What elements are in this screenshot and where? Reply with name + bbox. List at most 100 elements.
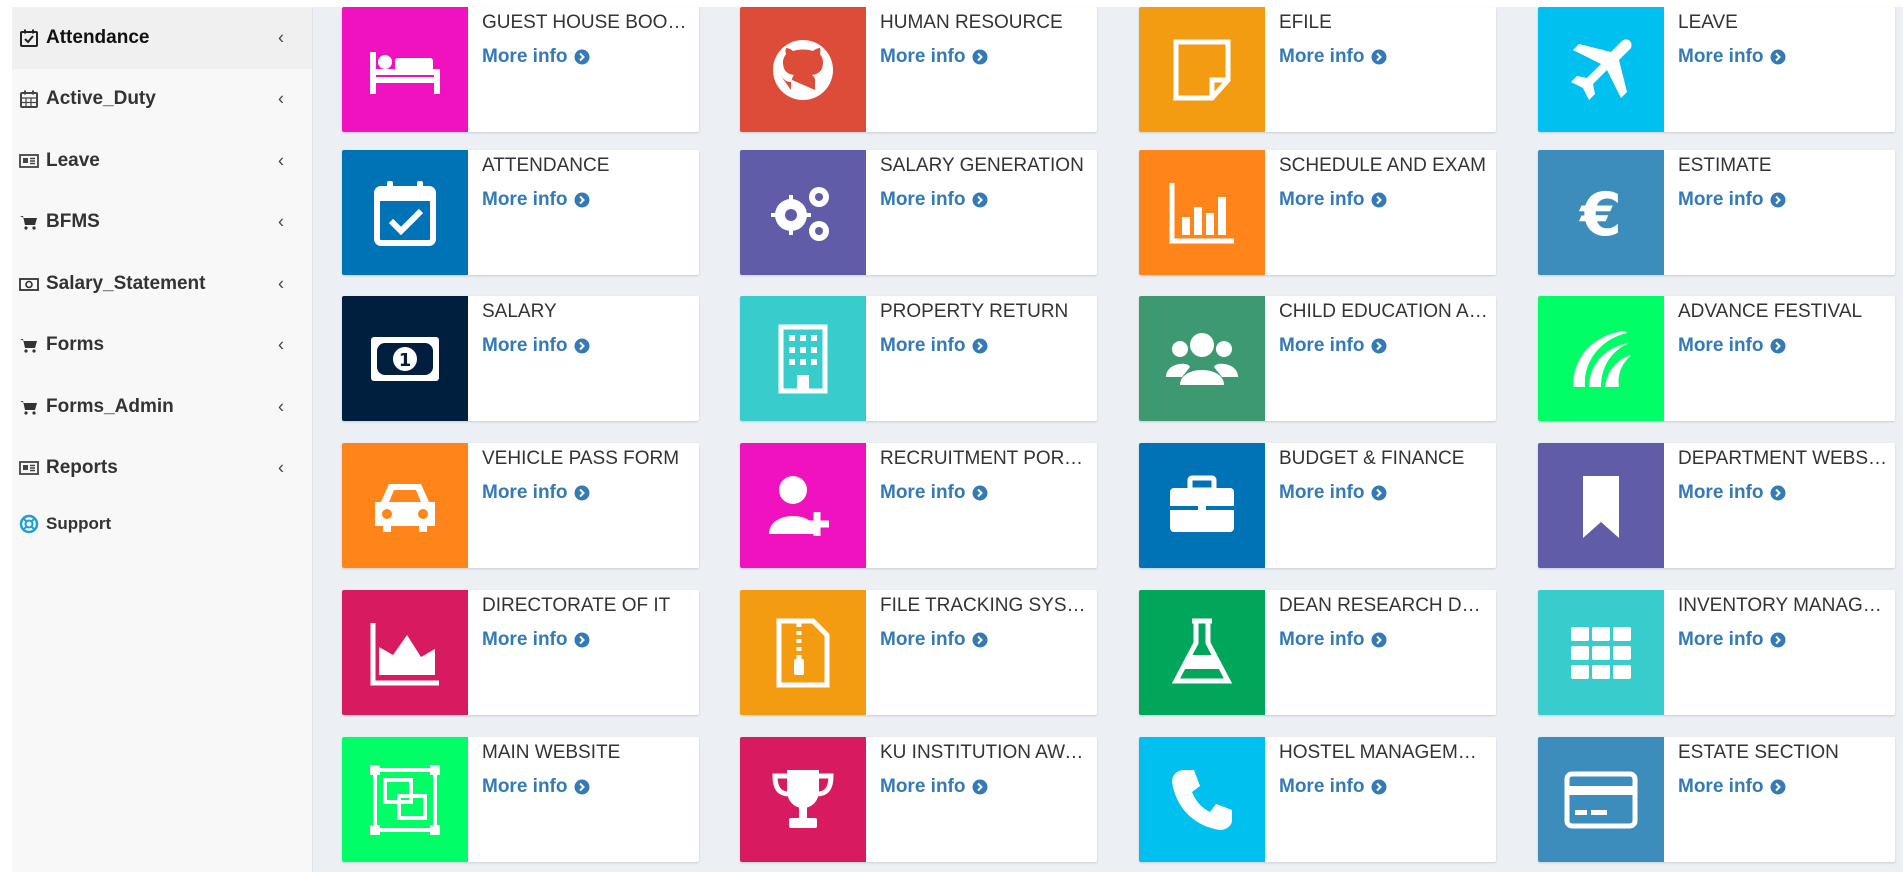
sidebar-item-leave[interactable]: Leave ‹: [12, 130, 312, 192]
support-label: Support: [46, 514, 112, 533]
info-box-tile[interactable]: SALARY GENERATION More info: [740, 150, 1097, 275]
more-info-link[interactable]: More info: [1279, 335, 1387, 357]
chevron-left-icon: ‹: [278, 334, 284, 355]
tile-title: ESTIMATE: [1678, 155, 1772, 176]
info-box-tile[interactable]: 1 SALARY More info: [342, 296, 699, 421]
info-box-tile[interactable]: VEHICLE PASS FORM More info: [342, 443, 699, 568]
arrow-circle-right-icon: [574, 485, 589, 501]
tile-title: HOSTEL MANAGEMENT: [1279, 742, 1489, 763]
info-box-tile[interactable]: LEAVE More info: [1538, 7, 1895, 132]
info-box-tile[interactable]: HOSTEL MANAGEMENT More info: [1139, 737, 1496, 862]
more-info-link[interactable]: More info: [1279, 189, 1387, 211]
more-info-label: More info: [1678, 482, 1764, 503]
info-box-tile[interactable]: ATTENDANCE More info: [342, 150, 699, 275]
arrow-circle-right-icon: [1770, 192, 1785, 208]
arrow-circle-right-icon: [972, 338, 987, 354]
arrow-circle-right-icon: [1371, 485, 1386, 501]
more-info-link[interactable]: More info: [880, 776, 988, 798]
calendar-check-icon: [18, 27, 40, 49]
tile-title: DIRECTORATE OF IT: [482, 595, 671, 616]
github-icon: [740, 7, 866, 132]
sidebar-item-salary-statement[interactable]: Salary_Statement ‹: [12, 253, 312, 315]
more-info-link[interactable]: More info: [1279, 776, 1387, 798]
arrow-circle-right-icon: [1371, 49, 1386, 65]
info-box-tile[interactable]: GUEST HOUSE BOOKING More info: [342, 7, 699, 132]
sidebar-item-forms[interactable]: Forms ‹: [12, 315, 312, 377]
tile-title: DEAN RESEARCH DEVELOPMENT: [1279, 595, 1489, 616]
sidebar-item-reports[interactable]: Reports ‹: [12, 438, 312, 500]
car-icon: [342, 443, 468, 568]
more-info-link[interactable]: More info: [1279, 482, 1387, 504]
info-box-tile[interactable]: BUDGET & FINANCE More info: [1139, 443, 1496, 568]
tile-title: EFILE: [1279, 12, 1332, 33]
info-box-tile[interactable]: INVENTORY MANAGEMENT More info: [1538, 590, 1895, 715]
newspaper-icon: [18, 457, 40, 479]
chevron-left-icon: ‹: [278, 88, 284, 109]
info-box-tile[interactable]: DEPARTMENT WEBSITE More info: [1538, 443, 1895, 568]
users-icon: [1139, 296, 1265, 421]
more-info-link[interactable]: More info: [1678, 776, 1786, 798]
file-zip-icon: [740, 590, 866, 715]
sidebar-item-attendance[interactable]: Attendance ‹: [12, 7, 312, 69]
svg-text:€: €: [1578, 180, 1622, 250]
info-box-tile[interactable]: DEAN RESEARCH DEVELOPMENT More info: [1139, 590, 1496, 715]
info-box-tile[interactable]: RECRUITMENT PORTAL More info: [740, 443, 1097, 568]
tile-title: GUEST HOUSE BOOKING: [482, 12, 692, 33]
more-info-link[interactable]: More info: [482, 189, 590, 211]
more-info-link[interactable]: More info: [880, 46, 988, 68]
info-box-tile[interactable]: KU INSTITUTION AWARDS More info: [740, 737, 1097, 862]
more-info-link[interactable]: More info: [1678, 335, 1786, 357]
info-box-tile[interactable]: MAIN WEBSITE More info: [342, 737, 699, 862]
info-box-tile[interactable]: CHILD EDUCATION ALLOWANCE More info: [1139, 296, 1496, 421]
more-info-link[interactable]: More info: [482, 629, 590, 651]
more-info-link[interactable]: More info: [1678, 46, 1786, 68]
more-info-link[interactable]: More info: [880, 189, 988, 211]
info-box-tile[interactable]: EFILE More info: [1139, 7, 1496, 132]
tile-title: BUDGET & FINANCE: [1279, 448, 1465, 469]
info-box-tile[interactable]: DIRECTORATE OF IT More info: [342, 590, 699, 715]
chevron-left-icon: ‹: [278, 150, 284, 171]
more-info-link[interactable]: More info: [482, 335, 590, 357]
sidebar-item-support[interactable]: Support: [12, 499, 312, 549]
info-box-tile[interactable]: SCHEDULE AND EXAM More info: [1139, 150, 1496, 275]
info-box-tile[interactable]: ESTATE SECTION More info: [1538, 737, 1895, 862]
cart-icon: [18, 211, 40, 233]
info-box-tile[interactable]: HUMAN RESOURCE More info: [740, 7, 1097, 132]
more-info-link[interactable]: More info: [1678, 189, 1786, 211]
sidebar-item-bfms[interactable]: BFMS ‹: [12, 192, 312, 254]
info-box-tile[interactable]: FILE TRACKING SYSTEM More info: [740, 590, 1097, 715]
info-box-tile[interactable]: PROPERTY RETURN More info: [740, 296, 1097, 421]
sidebar-item-active-duty[interactable]: Active_Duty ‹: [12, 69, 312, 131]
info-box-tile[interactable]: € ESTIMATE More info: [1538, 150, 1895, 275]
more-info-link[interactable]: More info: [1678, 482, 1786, 504]
more-info-link[interactable]: More info: [1279, 46, 1387, 68]
phone-icon: [1139, 737, 1265, 862]
more-info-link[interactable]: More info: [880, 482, 988, 504]
cart-icon: [18, 396, 40, 418]
arrow-circle-right-icon: [972, 779, 987, 795]
arrow-circle-right-icon: [1770, 485, 1785, 501]
info-box-tile[interactable]: ADVANCE FESTIVAL More info: [1538, 296, 1895, 421]
more-info-link[interactable]: More info: [482, 46, 590, 68]
more-info-label: More info: [482, 629, 568, 650]
object-group-icon: [342, 737, 468, 862]
arrow-circle-right-icon: [972, 632, 987, 648]
more-info-link[interactable]: More info: [482, 482, 590, 504]
briefcase-icon: [1139, 443, 1265, 568]
more-info-link[interactable]: More info: [1678, 629, 1786, 651]
sidebar-menu: Attendance ‹ Active_Duty ‹ Leave ‹ BFMS …: [12, 7, 312, 549]
more-info-link[interactable]: More info: [880, 629, 988, 651]
more-info-label: More info: [880, 776, 966, 797]
more-info-link[interactable]: More info: [482, 776, 590, 798]
sidebar-item-label: Reports: [46, 457, 118, 479]
tile-title: ESTATE SECTION: [1678, 742, 1839, 763]
arrow-circle-right-icon: [574, 338, 589, 354]
sidebar-item-forms-admin[interactable]: Forms_Admin ‹: [12, 376, 312, 438]
chevron-left-icon: ‹: [278, 457, 284, 478]
more-info-link[interactable]: More info: [1279, 629, 1387, 651]
building-icon: [740, 296, 866, 421]
trophy-icon: [740, 737, 866, 862]
arrow-circle-right-icon: [574, 632, 589, 648]
euro-icon: €: [1538, 150, 1664, 275]
more-info-link[interactable]: More info: [880, 335, 988, 357]
